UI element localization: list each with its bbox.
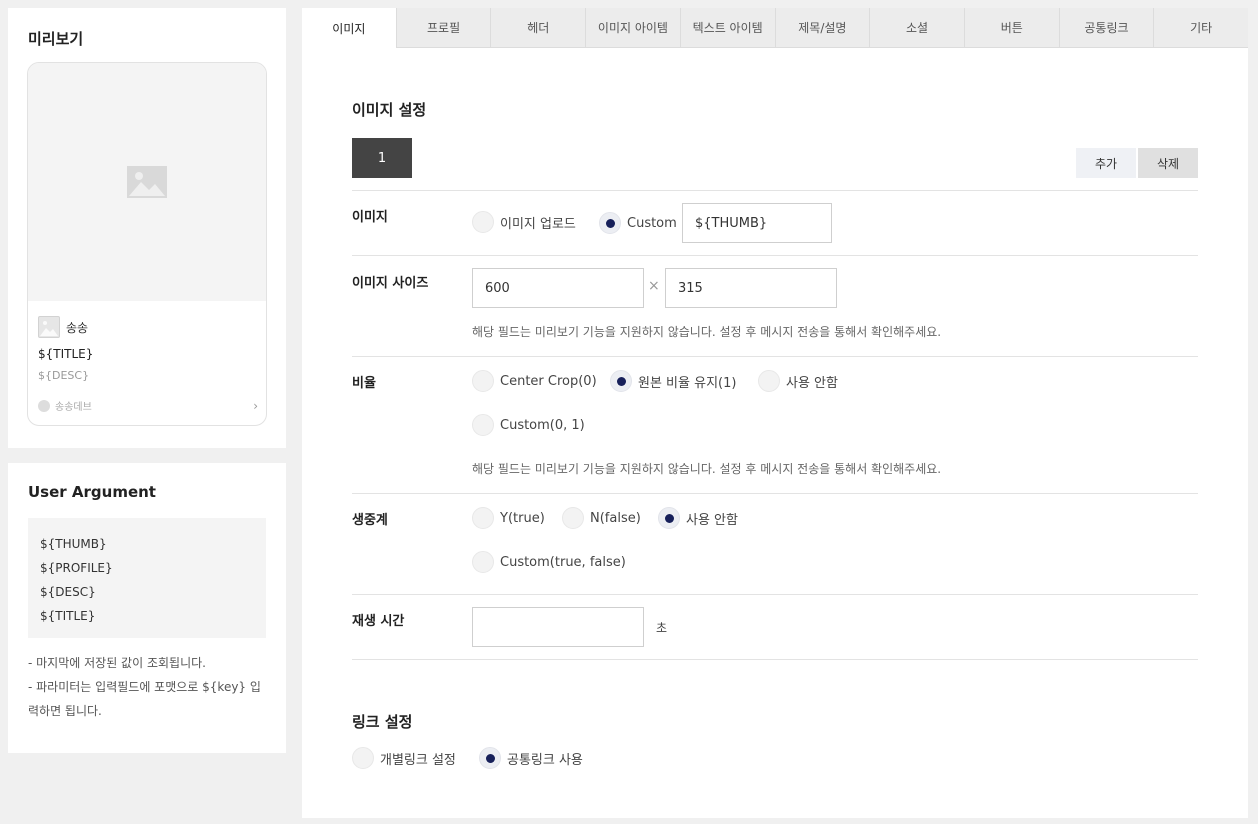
radio-ratio-none[interactable]: 사용 안함	[758, 370, 838, 392]
card-profile: 송송	[38, 316, 88, 338]
radio-image-upload[interactable]: 이미지 업로드	[472, 211, 576, 233]
radio-label: Custom(true, false)	[500, 554, 626, 570]
playtime-label: 재생 시간	[352, 614, 405, 629]
radio-individual-link[interactable]: 개별링크 설정	[352, 747, 456, 769]
image-placeholder-icon	[127, 166, 167, 198]
radio-label: 사용 안함	[786, 375, 838, 391]
radio-circle-selected[interactable]	[479, 747, 501, 769]
radio-label: 개별링크 설정	[380, 752, 456, 768]
radio-circle[interactable]	[472, 370, 494, 392]
profile-name: 송송	[66, 320, 89, 335]
radio-circle-selected[interactable]	[658, 507, 680, 529]
ratio-hint: 해당 필드는 미리보기 기능을 지원하지 않습니다. 설정 후 메시지 전송을 …	[472, 462, 942, 476]
tab-profile[interactable]: 프로필	[395, 8, 491, 48]
radio-label: 사용 안함	[686, 512, 738, 528]
radio-label: 공통링크 사용	[507, 752, 583, 768]
user-argument-title: User Argument	[28, 483, 156, 501]
radio-circle[interactable]	[472, 211, 494, 233]
radio-label: Y(true)	[500, 510, 545, 526]
radio-live-yes[interactable]: Y(true)	[472, 507, 545, 529]
tab-common-link[interactable]: 공통링크	[1058, 8, 1154, 48]
radio-live-none[interactable]: 사용 안함	[658, 507, 738, 529]
image-size-label: 이미지 사이즈	[352, 276, 429, 291]
tab-image-item[interactable]: 이미지 아이템	[585, 8, 680, 48]
chevron-right-icon[interactable]: ›	[253, 399, 258, 413]
preview-title: 미리보기	[28, 30, 84, 48]
image-custom-input[interactable]: ${THUMB}	[682, 203, 832, 243]
note-line: - 파라미터는 입력필드에 포맷으로 ${key} 입력하면 됩니다.	[28, 680, 261, 718]
footer-text: 송송데브	[55, 402, 92, 413]
radio-common-link[interactable]: 공통링크 사용	[479, 747, 583, 769]
tab-button[interactable]: 버튼	[963, 8, 1059, 48]
divider	[352, 659, 1198, 660]
image-settings-title: 이미지 설정	[352, 101, 427, 119]
tab-image[interactable]: 이미지	[302, 8, 396, 48]
radio-live-no[interactable]: N(false)	[562, 507, 641, 529]
card-title: ${TITLE}	[38, 347, 94, 361]
argument-item: ${PROFILE}	[40, 561, 113, 575]
radio-circle[interactable]	[352, 747, 374, 769]
preview-card: 송송 ${TITLE} ${DESC} 송송데브 ›	[27, 62, 267, 426]
radio-keep-ratio[interactable]: 원본 비율 유지(1)	[610, 370, 736, 392]
radio-label: N(false)	[590, 510, 641, 526]
playtime-unit: 초	[656, 621, 668, 635]
live-label: 생중계	[352, 513, 388, 528]
radio-circle[interactable]	[758, 370, 780, 392]
argument-item: ${TITLE}	[40, 609, 96, 623]
tab-header[interactable]: 헤더	[490, 8, 586, 48]
image-slot-1-button[interactable]: 1	[352, 138, 412, 178]
card-footer: 송송데브 ›	[38, 398, 258, 413]
profile-image-icon	[38, 316, 60, 338]
radio-ratio-custom[interactable]: Custom(0, 1)	[472, 414, 585, 436]
image-height-input[interactable]: 315	[665, 268, 837, 308]
preview-panel: 미리보기 송송 ${TITLE} ${DESC} 송송데브 ›	[8, 8, 286, 448]
divider	[352, 255, 1198, 256]
radio-circle[interactable]	[472, 551, 494, 573]
divider	[352, 356, 1198, 357]
divider	[352, 190, 1198, 191]
note-line: - 마지막에 저장된 값이 조회됩니다.	[28, 656, 206, 670]
ratio-label: 비율	[352, 376, 376, 391]
argument-list: ${THUMB} ${PROFILE} ${DESC} ${TITLE}	[28, 518, 266, 638]
divider	[352, 594, 1198, 595]
footer-logo-icon	[38, 399, 50, 412]
tab-etc[interactable]: 기타	[1153, 8, 1249, 48]
image-label: 이미지	[352, 210, 388, 225]
radio-circle[interactable]	[472, 414, 494, 436]
radio-label: 이미지 업로드	[500, 216, 576, 232]
radio-circle-selected[interactable]	[610, 370, 632, 392]
radio-center-crop[interactable]: Center Crop(0)	[472, 370, 597, 392]
user-argument-panel: User Argument ${THUMB} ${PROFILE} ${DESC…	[8, 463, 286, 753]
settings-panel: 이미지 프로필 헤더 이미지 아이템 텍스트 아이템 제목/설명 소셜 버튼 공…	[302, 8, 1249, 818]
radio-label: 원본 비율 유지(1)	[638, 375, 737, 391]
radio-circle[interactable]	[472, 507, 494, 529]
radio-label: Custom	[627, 215, 677, 231]
image-width-input[interactable]: 600	[472, 268, 644, 308]
argument-notes: - 마지막에 저장된 값이 조회됩니다. - 파라미터는 입력필드에 포맷으로 …	[28, 651, 270, 723]
times-icon: ×	[648, 278, 660, 294]
add-button[interactable]: 추가	[1076, 148, 1136, 178]
tab-title-desc[interactable]: 제목/설명	[774, 8, 870, 48]
tab-text-item[interactable]: 텍스트 아이템	[679, 8, 775, 48]
divider	[352, 493, 1198, 494]
tab-bar: 이미지 프로필 헤더 이미지 아이템 텍스트 아이템 제목/설명 소셜 버튼 공…	[302, 8, 1249, 48]
radio-circle[interactable]	[562, 507, 584, 529]
playtime-input[interactable]	[472, 607, 644, 647]
radio-label: Center Crop(0)	[500, 373, 597, 389]
radio-label: Custom(0, 1)	[500, 417, 585, 433]
radio-circle-selected[interactable]	[599, 212, 621, 234]
card-thumbnail	[28, 63, 266, 301]
argument-item: ${THUMB}	[40, 537, 107, 551]
card-desc: ${DESC}	[38, 369, 90, 382]
delete-button[interactable]: 삭제	[1138, 148, 1198, 178]
argument-item: ${DESC}	[40, 585, 96, 599]
tab-social[interactable]: 소셜	[869, 8, 964, 48]
radio-live-custom[interactable]: Custom(true, false)	[472, 551, 626, 573]
radio-image-custom[interactable]: Custom	[599, 212, 677, 234]
size-hint: 해당 필드는 미리보기 기능을 지원하지 않습니다. 설정 후 메시지 전송을 …	[472, 325, 942, 339]
link-settings-title: 링크 설정	[352, 713, 413, 731]
